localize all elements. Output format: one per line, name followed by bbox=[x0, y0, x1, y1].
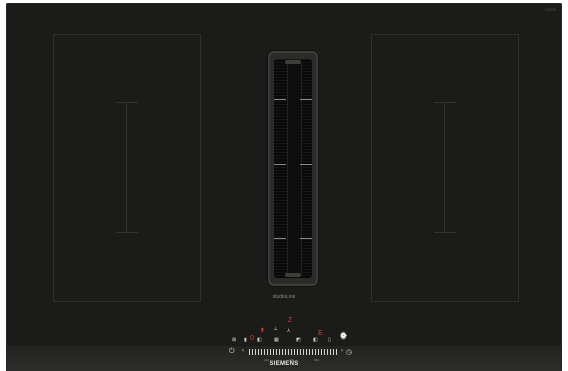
power-button-icon[interactable]: ⏻ bbox=[229, 348, 235, 356]
zone-corner bbox=[53, 34, 68, 49]
model-label: iQ700 bbox=[545, 7, 556, 12]
fan-speed-icon[interactable]: ⅄ bbox=[287, 327, 290, 335]
timer-display-icon: ⌚ bbox=[339, 333, 348, 340]
left-zone-rear-icon[interactable]: ▦ bbox=[274, 336, 279, 344]
right-zone-rear-icon[interactable]: ◩ bbox=[296, 336, 301, 344]
child-lock-icon[interactable]: ⊠ bbox=[232, 336, 236, 344]
vent-marker bbox=[274, 164, 286, 165]
vent-cap-bottom bbox=[285, 273, 301, 277]
vent-marker bbox=[300, 164, 312, 165]
vent-brand-label: studioLine bbox=[272, 294, 296, 300]
downdraft-vent[interactable] bbox=[268, 51, 318, 286]
zone-edge bbox=[53, 34, 201, 35]
cooktop-surface: iQ700 studioLine ▮ ⟂ Z ⅄ ⊠ ▮ 0 ◧ ▦ ◩ ◧ E… bbox=[6, 3, 562, 371]
zone-indicator-red-icon[interactable]: ▮ bbox=[261, 326, 264, 334]
zone-edge bbox=[518, 34, 519, 302]
left-zone-select-icon[interactable]: ◧ bbox=[257, 336, 262, 344]
vent-marker bbox=[274, 238, 286, 239]
left-zone-level-icon: 0 bbox=[250, 335, 254, 342]
zone-edge bbox=[200, 34, 201, 302]
fan-level-indicator-icon: Z bbox=[288, 317, 293, 324]
zone-mark bbox=[116, 102, 138, 103]
vent-center-bar bbox=[287, 63, 302, 274]
slider-right-arrow-icon[interactable]: › bbox=[341, 348, 343, 354]
zone-edge bbox=[371, 301, 519, 302]
zone-edge bbox=[371, 34, 372, 302]
vent-marker bbox=[300, 238, 312, 239]
zone-corner bbox=[186, 34, 201, 49]
cooking-zone-right bbox=[371, 34, 519, 302]
cooking-zone-left bbox=[53, 34, 201, 302]
control-panel: ▮ ⟂ Z ⅄ ⊠ ▮ 0 ◧ ▦ ◩ ◧ E ▯ ⌚ ⏻ ‹ › ◷ 100 … bbox=[6, 317, 562, 371]
zone-edge bbox=[53, 301, 201, 302]
timer-button-icon[interactable]: ◷ bbox=[346, 348, 352, 356]
zone-edge bbox=[371, 34, 519, 35]
right-zone-level-icon: E bbox=[318, 330, 323, 337]
zone-mark bbox=[116, 232, 138, 233]
vent-cap-top bbox=[285, 60, 301, 64]
zone-edge bbox=[53, 34, 54, 302]
right-zone-front-icon[interactable]: ▯ bbox=[328, 336, 331, 344]
vent-marker bbox=[274, 99, 286, 100]
zone-divider-mark bbox=[126, 102, 127, 232]
slider-left-arrow-icon[interactable]: ‹ bbox=[242, 348, 244, 354]
power-level-slider[interactable] bbox=[249, 349, 339, 355]
zone-mark bbox=[434, 232, 456, 233]
zone-divider-mark bbox=[444, 102, 445, 232]
vent-marker bbox=[300, 99, 312, 100]
left-zone-front-icon[interactable]: ▮ bbox=[244, 336, 247, 344]
zone-mark bbox=[434, 102, 456, 103]
brand-logo: SIEMENS bbox=[269, 361, 299, 367]
fan-icon[interactable]: ⟂ bbox=[274, 325, 277, 333]
